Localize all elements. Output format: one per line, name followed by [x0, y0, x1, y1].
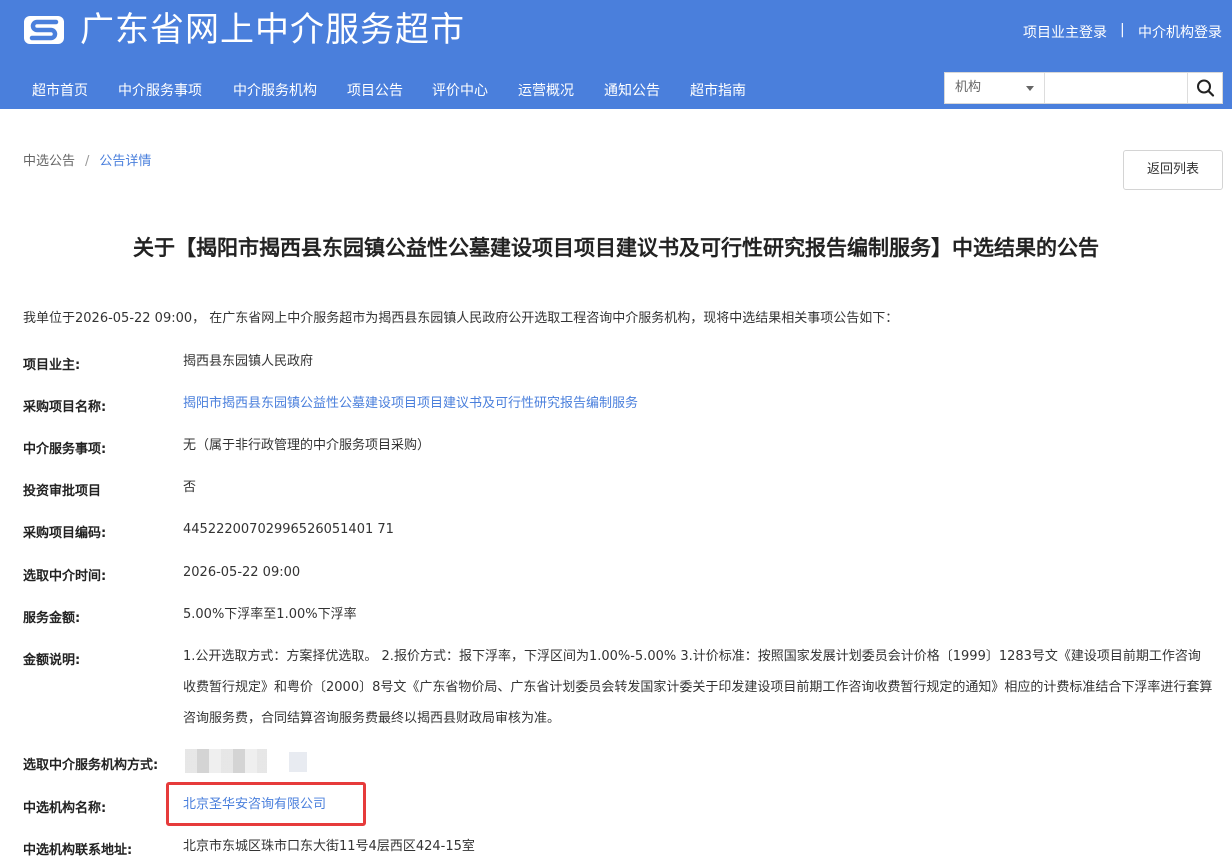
nav-home[interactable]: 超市首页 [32, 80, 88, 100]
search-category-select[interactable]: 机构 [945, 73, 1045, 103]
field-label: 服务金额: [23, 611, 81, 626]
site-title[interactable]: 广东省网上中介服务超市 [80, 8, 465, 52]
nav-guide[interactable]: 超市指南 [690, 80, 746, 100]
nav-service-items[interactable]: 中介服务事项 [118, 80, 202, 100]
field-label: 中选机构联系地址: [23, 843, 133, 858]
field-label: 投资审批项目 [23, 484, 102, 499]
field-label: 项目业主: [23, 358, 81, 373]
s-logo-icon[interactable] [22, 12, 66, 48]
nav-notices[interactable]: 通知公告 [604, 80, 660, 100]
breadcrumb-current: 公告详情 [99, 154, 152, 169]
field-label: 中介服务事项: [23, 442, 107, 457]
field-value: 2026-05-22 09:00 [183, 565, 301, 580]
field-label: 中选机构名称: [23, 801, 107, 816]
nav-service-agencies[interactable]: 中介服务机构 [233, 80, 317, 100]
caret-down-icon [1026, 86, 1034, 91]
highlight-box [166, 782, 366, 826]
redacted-value [289, 752, 307, 772]
nav-project-announcements[interactable]: 项目公告 [347, 80, 403, 100]
field-value: 44522200702996526051401 71 [183, 522, 394, 537]
redacted-value [185, 749, 267, 773]
field-label: 采购项目名称: [23, 400, 107, 415]
search-button[interactable] [1187, 73, 1222, 103]
field-value: 否 [183, 480, 197, 495]
agency-login-link[interactable]: 中介机构登录 [1138, 22, 1222, 42]
field-value: 5.00%下浮率至1.00%下浮率 [183, 607, 357, 622]
search-input[interactable] [1046, 73, 1186, 103]
breadcrumb-separator: / [85, 154, 90, 169]
search-icon [1197, 79, 1215, 97]
breadcrumb-parent[interactable]: 中选公告 [23, 154, 75, 169]
field-value: 1.公开选取方式：方案择优选取。 2.报价方式：报下浮率，下浮区间为1.00%-… [183, 649, 1213, 726]
field-label: 采购项目编码: [23, 526, 107, 541]
login-separator: | [1120, 22, 1125, 38]
project-name-link[interactable]: 揭阳市揭西县东园镇公益性公墓建设项目项目建议书及可行性研究报告编制服务 [183, 388, 1213, 419]
field-value: 北京市东城区珠市口东大街11号4层西区424-15室 [183, 839, 475, 854]
nav-evaluation-center[interactable]: 评价中心 [432, 80, 488, 100]
owner-login-link[interactable]: 项目业主登录 [1023, 22, 1107, 42]
announcement-intro: 我单位于2026-05-22 09:00， 在广东省网上中介服务超市为揭西县东园… [23, 311, 899, 326]
field-value: 无（属于非行政管理的中介服务项目采购） [183, 438, 431, 453]
back-to-list-button[interactable]: 返回列表 [1123, 150, 1223, 190]
top-header: 广东省网上中介服务超市 项目业主登录 | 中介机构登录 超市首页 中介服务事项 … [0, 0, 1232, 109]
field-label: 选取中介时间: [23, 569, 107, 584]
field-label: 选取中介服务机构方式: [23, 758, 159, 773]
field-value: 揭西县东园镇人民政府 [183, 354, 314, 369]
announcement-title: 关于【揭阳市揭西县东园镇公益性公墓建设项目项目建议书及可行性研究报告编制服务】中… [133, 236, 1099, 260]
search-category-value: 机构 [955, 80, 982, 95]
nav-operations-overview[interactable]: 运营概况 [518, 80, 574, 100]
field-label: 金额说明: [23, 653, 81, 668]
search-bar: 机构 [944, 72, 1223, 104]
breadcrumb: 中选公告 / 公告详情 [23, 150, 151, 169]
